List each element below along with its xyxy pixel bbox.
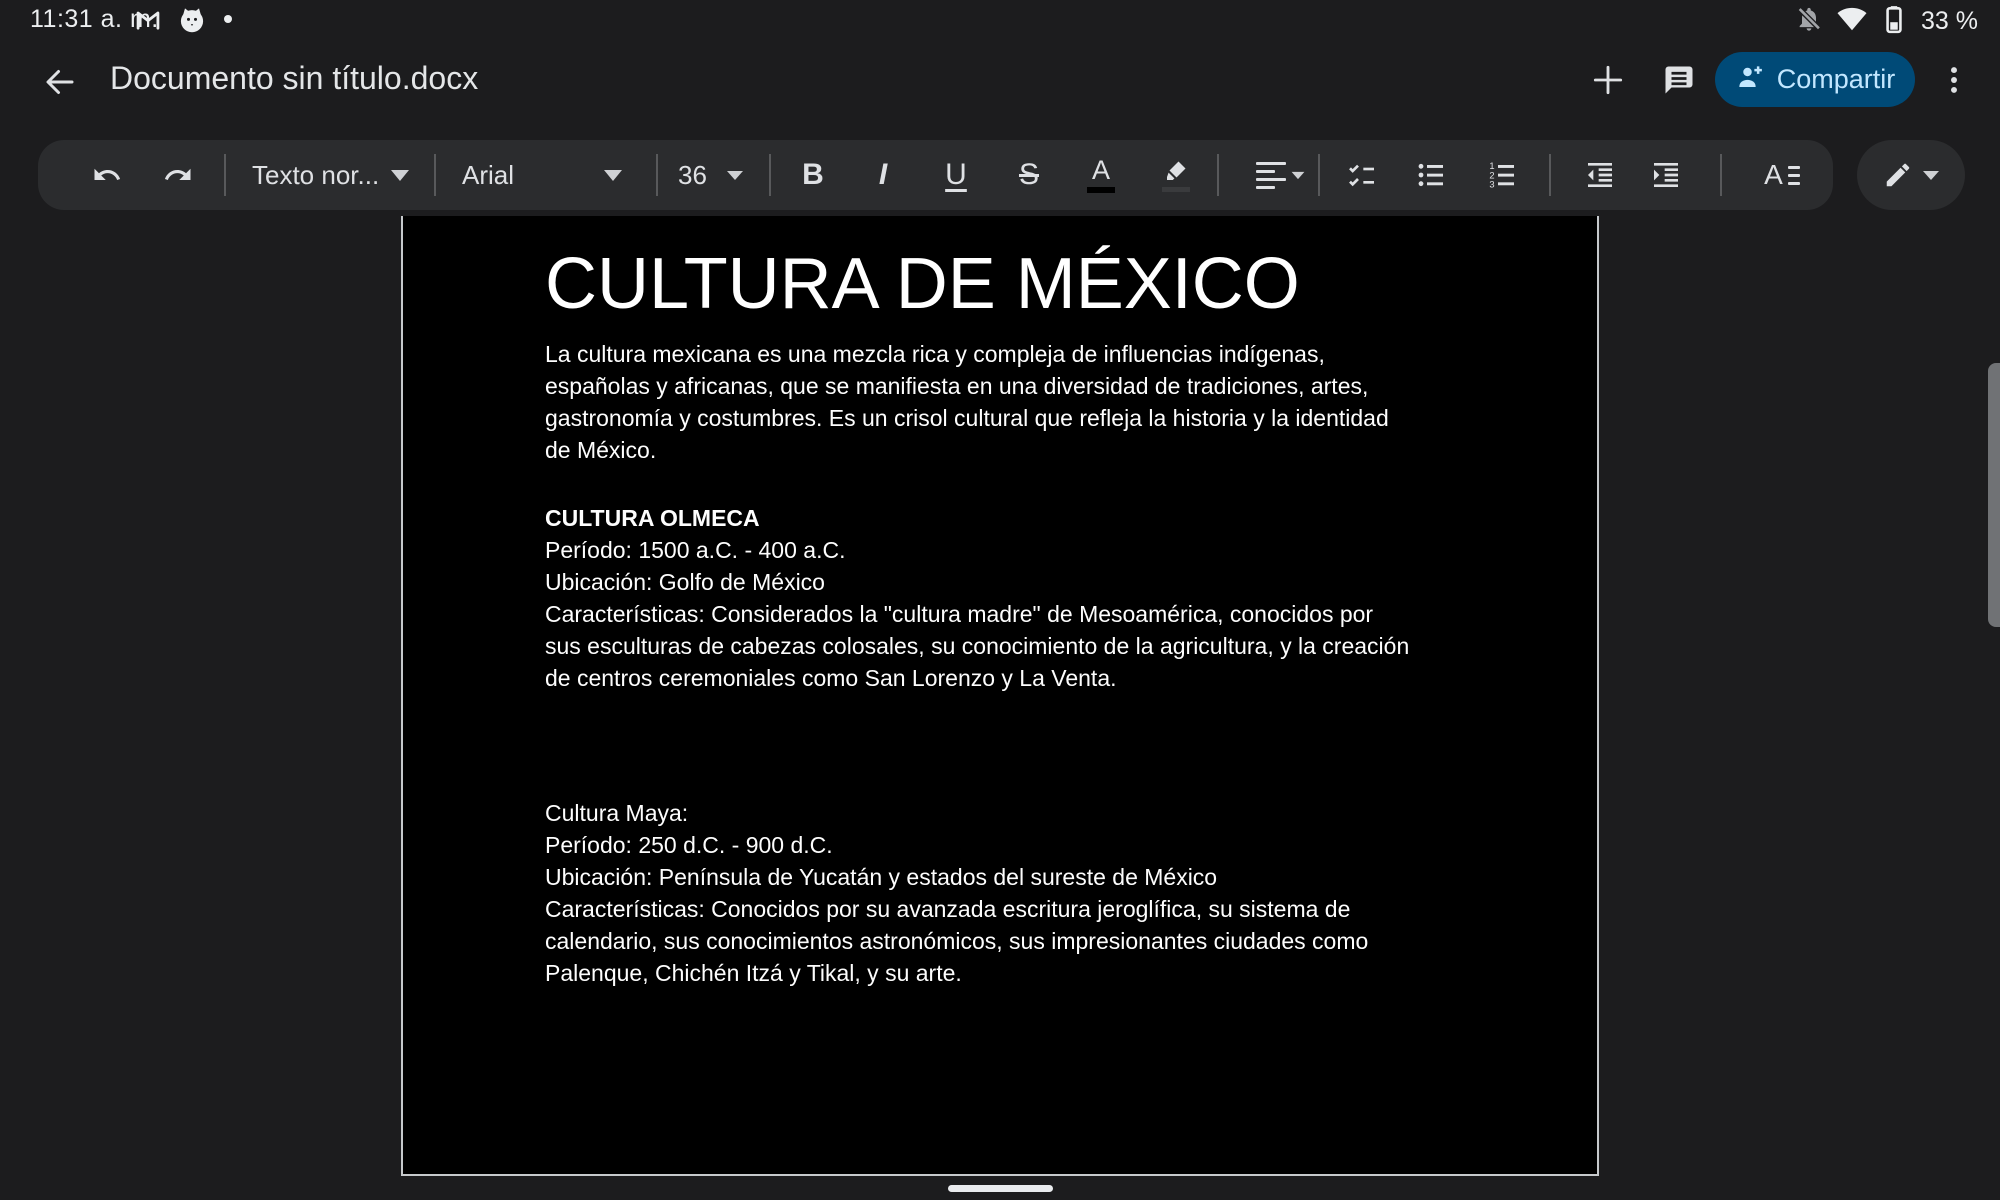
checklist-icon (1346, 159, 1378, 191)
navigation-gesture-bar[interactable] (948, 1185, 1053, 1192)
align-left-icon (1256, 162, 1286, 189)
doc-text-line: de centros ceremoniales como San Lorenzo… (545, 662, 1409, 694)
document-page[interactable]: CULTURA DE MÉXICO La cultura mexicana es… (401, 216, 1599, 1176)
doc-text-line: Palenque, Chichén Itzá y Tikal, y su art… (545, 957, 1368, 989)
doc-text-line: Cultura Maya: (545, 797, 1368, 829)
doc-text-line: Período: 1500 a.C. - 400 a.C. (545, 534, 1409, 566)
numbered-list-icon: 1 2 3 (1486, 159, 1518, 191)
maya-section: Cultura Maya: Período: 250 d.C. - 900 d.… (545, 797, 1368, 989)
scrollbar-thumb[interactable] (1988, 363, 2000, 627)
person-add-icon (1735, 62, 1765, 97)
italic-button[interactable]: I (863, 155, 903, 195)
document-title: Documento sin título.docx (110, 60, 478, 97)
toolbar-divider (656, 154, 658, 196)
add-comment-plus-button[interactable] (1584, 56, 1632, 104)
doc-text-line: Período: 250 d.C. - 900 d.C. (545, 829, 1368, 861)
paragraph-style-value: Texto nor... (252, 160, 379, 191)
checklist-button[interactable] (1342, 155, 1382, 195)
toolbar-divider (1720, 154, 1722, 196)
doc-text-line: calendario, sus conocimientos astronómic… (545, 925, 1368, 957)
toolbar-divider (224, 154, 226, 196)
toolbar-divider (769, 154, 771, 196)
wifi-icon (1837, 4, 1867, 39)
font-caret-icon[interactable] (593, 155, 633, 195)
share-button-label: Compartir (1777, 64, 1896, 95)
indent-decrease-icon (1584, 159, 1616, 191)
app-bar: Documento sin título.docx Compartir (0, 40, 2000, 118)
doc-heading: CULTURA DE MÉXICO (545, 245, 1300, 324)
status-bar: 11:31 a. m. (0, 0, 2000, 40)
battery-percent: 33 % (1921, 7, 1978, 36)
pencil-icon (1883, 160, 1913, 190)
svg-text:3: 3 (1489, 180, 1494, 190)
doc-text-line: La cultura mexicana es una mezcla rica y… (545, 338, 1389, 370)
font-value: Arial (462, 160, 514, 191)
battery-icon (1881, 4, 1907, 39)
highlighter-icon (1163, 159, 1189, 183)
gmail-notification-icon (134, 6, 162, 39)
paragraph-style-caret-icon[interactable] (380, 155, 420, 195)
align-dropdown-button[interactable] (1253, 155, 1309, 195)
doc-text-line: Ubicación: Península de Yucatán y estado… (545, 861, 1368, 893)
toolbar-divider (1217, 154, 1219, 196)
redo-button[interactable] (158, 155, 198, 195)
text-color-swatch (1087, 187, 1115, 193)
olmeca-section: CULTURA OLMECA Período: 1500 a.C. - 400 … (545, 502, 1409, 694)
font-size-value: 36 (678, 160, 707, 191)
doc-text-line: Características: Conocidos por su avanza… (545, 893, 1368, 925)
back-button[interactable] (38, 60, 82, 104)
intro-paragraph: La cultura mexicana es una mezcla rica y… (545, 338, 1389, 466)
overflow-menu-button[interactable] (1930, 56, 1978, 104)
text-color-button[interactable]: A (1081, 155, 1121, 195)
paragraph-style-dropdown[interactable]: Texto nor... (252, 140, 379, 210)
doc-text-line: sus esculturas de cabezas colosales, su … (545, 630, 1409, 662)
cat-app-notification-icon (178, 6, 206, 39)
bulleted-list-icon (1415, 159, 1447, 191)
edit-mode-button[interactable] (1857, 140, 1965, 210)
highlight-color-swatch (1162, 187, 1190, 192)
font-size-dropdown[interactable]: 36 (678, 140, 707, 210)
notifications-muted-icon (1795, 5, 1823, 38)
doc-text-line: españolas y africanas, que se manifiesta… (545, 370, 1389, 402)
format-lines-icon (1788, 166, 1800, 185)
doc-text-line: gastronomía y costumbres. Es un crisol c… (545, 402, 1389, 434)
highlight-color-button[interactable] (1156, 155, 1196, 195)
comments-button[interactable] (1655, 56, 1703, 104)
format-options-button[interactable]: A (1754, 155, 1810, 195)
notification-dot-icon (224, 15, 232, 23)
formatting-toolbar: Texto nor... Arial 36 B I U S A (38, 140, 1833, 210)
bold-button[interactable]: B (793, 155, 833, 195)
olmeca-heading: CULTURA OLMECA (545, 502, 1409, 534)
toolbar-divider (434, 154, 436, 196)
underline-button[interactable]: U (936, 155, 976, 195)
decrease-indent-button[interactable] (1580, 155, 1620, 195)
numbered-list-button[interactable]: 1 2 3 (1482, 155, 1522, 195)
doc-text-line: Ubicación: Golfo de México (545, 566, 1409, 598)
undo-button[interactable] (87, 155, 127, 195)
google-docs-app: 11:31 a. m. (0, 0, 2000, 1200)
indent-increase-icon (1650, 159, 1682, 191)
toolbar-divider (1318, 154, 1320, 196)
font-size-caret-icon[interactable] (715, 155, 755, 195)
toolbar-divider (1549, 154, 1551, 196)
font-dropdown[interactable]: Arial (462, 140, 514, 210)
bulleted-list-button[interactable] (1411, 155, 1451, 195)
strikethrough-button[interactable]: S (1009, 155, 1049, 195)
share-button[interactable]: Compartir (1715, 52, 1915, 107)
doc-text-line: Características: Considerados la "cultur… (545, 598, 1409, 630)
doc-text-line: de México. (545, 434, 1389, 466)
increase-indent-button[interactable] (1646, 155, 1686, 195)
format-letter: A (1764, 159, 1783, 191)
